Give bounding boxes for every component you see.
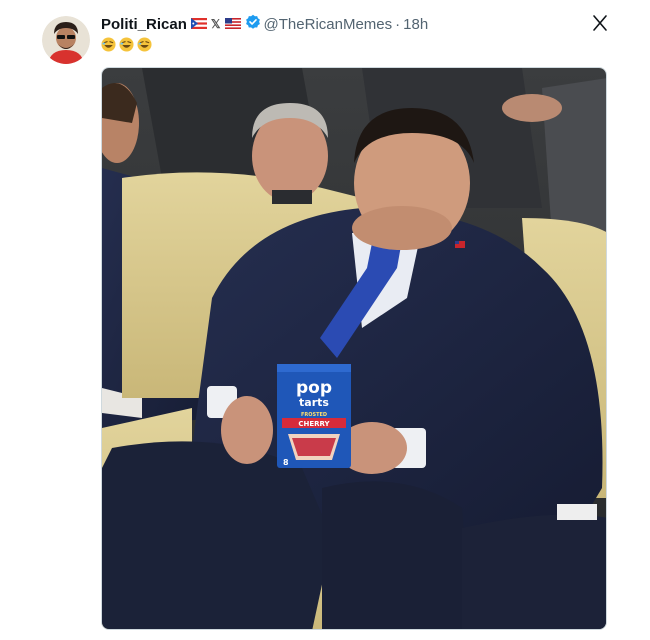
post-text <box>101 37 152 52</box>
us-flag-icon <box>224 16 241 33</box>
post-timestamp[interactable]: 18h <box>403 16 428 33</box>
separator-dot: · <box>395 15 401 33</box>
post-image[interactable]: pop tarts FROSTED CHERRY 8 <box>101 67 607 630</box>
box-brand-line1: pop <box>296 378 332 398</box>
display-name[interactable]: Politi_Rican <box>101 16 187 33</box>
box-brand-line2: tarts <box>299 396 329 409</box>
rofl-emoji <box>101 37 116 52</box>
avatar[interactable] <box>42 16 90 64</box>
puerto-rico-flag-icon <box>190 16 207 33</box>
box-flavor-small: FROSTED <box>301 412 327 418</box>
avatar-image <box>42 16 90 64</box>
rofl-emoji <box>137 37 152 52</box>
user-handle[interactable]: @TheRicanMemes <box>264 16 393 33</box>
verified-badge-icon[interactable] <box>245 14 261 34</box>
pop-tarts-box: pop tarts FROSTED CHERRY 8 <box>277 364 351 468</box>
rofl-emoji <box>119 37 134 52</box>
box-flavor: CHERRY <box>298 420 330 428</box>
close-icon[interactable] <box>590 13 610 33</box>
box-count: 8 <box>283 458 289 467</box>
post-header: Politi_Rican 𝕏 @TheRicanMemes · 18h <box>101 13 428 35</box>
x-logo-icon: 𝕏 <box>210 17 221 31</box>
